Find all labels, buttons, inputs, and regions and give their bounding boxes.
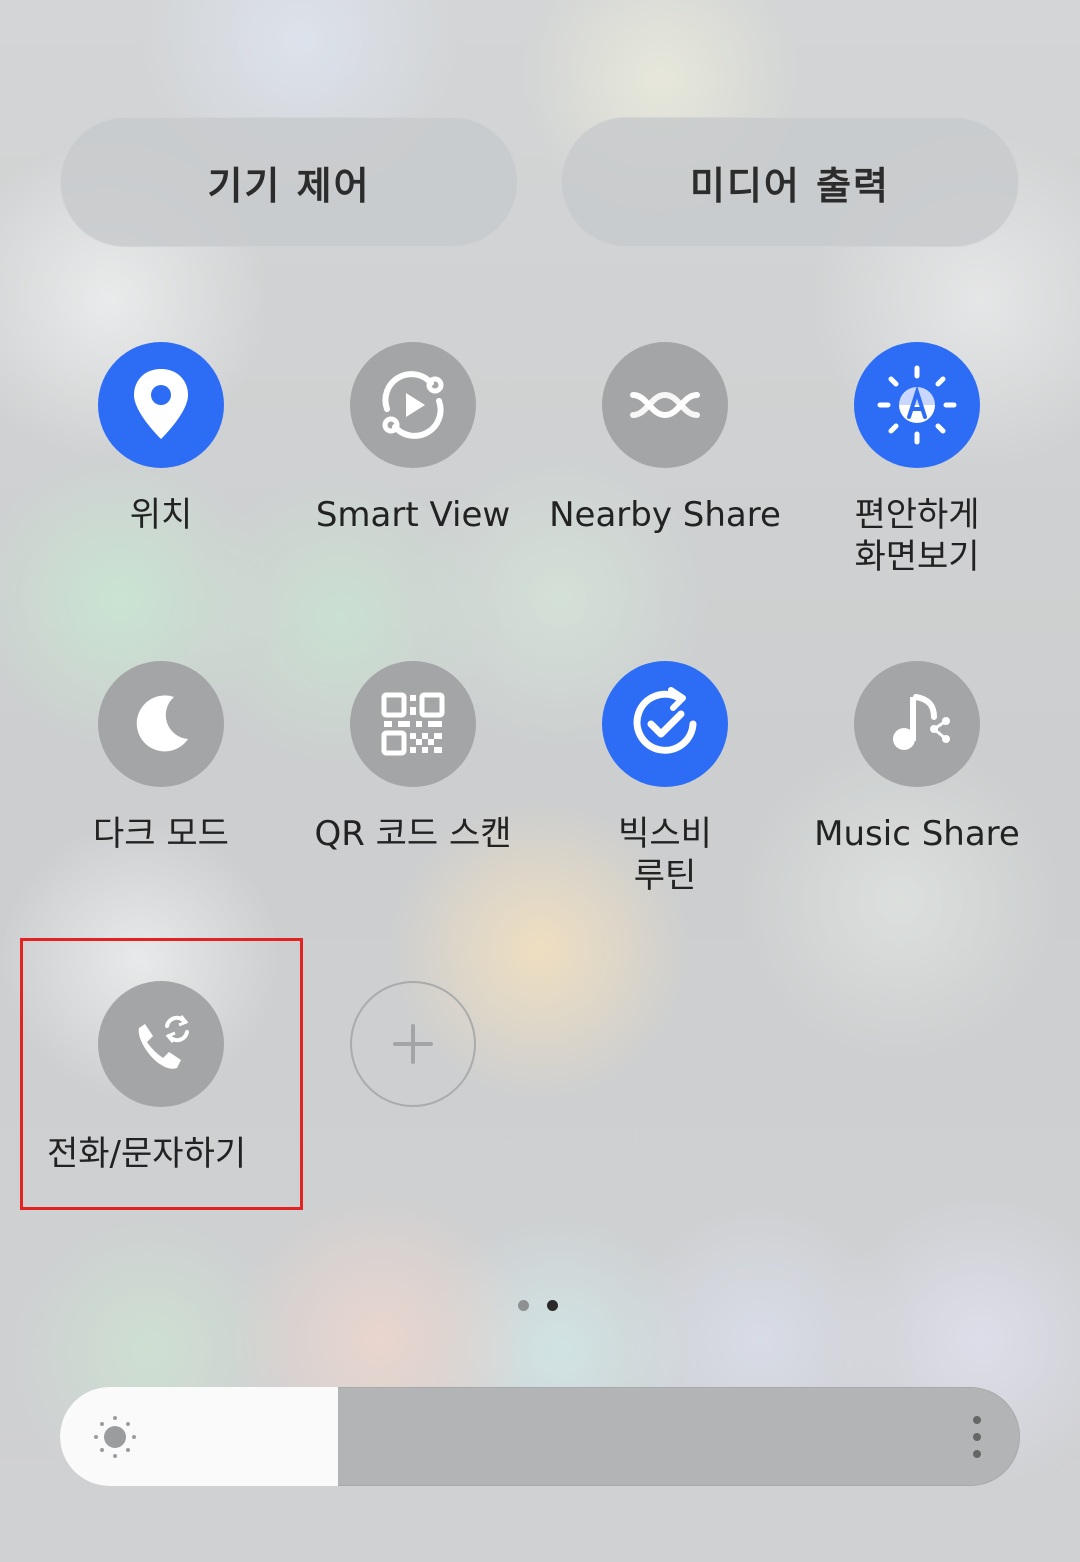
tile-location-toggle[interactable]	[98, 342, 224, 468]
media-output-button[interactable]: 미디어 출력	[561, 117, 1019, 247]
tile-add[interactable]	[287, 981, 539, 1107]
more-options-icon[interactable]	[972, 1415, 982, 1459]
page-indicator	[518, 1300, 558, 1311]
media-output-label: 미디어 출력	[689, 163, 891, 208]
page-dot-active[interactable]	[547, 1300, 558, 1311]
tile-eye-comfort[interactable]: 편안하게 화면보기	[791, 342, 1043, 578]
tile-nearby-share[interactable]: Nearby Share	[539, 342, 791, 536]
tile-smart-view[interactable]: Smart View	[287, 342, 539, 536]
tile-qr-scan-toggle[interactable]	[350, 661, 476, 787]
tile-nearby-share-toggle[interactable]	[602, 342, 728, 468]
tile-label: Nearby Share	[549, 495, 781, 535]
tile-label: 다크 모드	[93, 814, 229, 854]
device-control-button[interactable]: 기기 제어	[60, 117, 518, 247]
smart-view-icon	[382, 371, 444, 439]
add-tile-button[interactable]	[350, 981, 476, 1107]
qr-code-icon	[381, 692, 445, 756]
tile-eye-comfort-toggle[interactable]	[854, 342, 980, 468]
tile-bixby-routines[interactable]: 빅스비 루틴	[539, 661, 791, 897]
eye-comfort-icon	[877, 365, 957, 445]
tile-location[interactable]: 위치	[35, 342, 287, 536]
tile-label: 편안하게 화면보기	[854, 495, 980, 577]
device-control-label: 기기 제어	[207, 163, 371, 208]
tile-label: 위치	[129, 495, 193, 535]
tile-label: QR 코드 스캔	[314, 814, 512, 854]
tile-bixby-routines-toggle[interactable]	[602, 661, 728, 787]
tile-label: Music Share	[814, 814, 1020, 854]
tile-qr-scan[interactable]: QR 코드 스캔	[287, 661, 539, 855]
add-icon	[393, 1024, 433, 1064]
tile-music-share[interactable]: Music Share	[791, 661, 1043, 855]
bixby-routines-icon	[633, 687, 697, 754]
music-share-icon	[893, 694, 950, 750]
nearby-share-icon	[630, 391, 700, 419]
tile-smart-view-toggle[interactable]	[350, 342, 476, 468]
brightness-slider[interactable]	[60, 1387, 1020, 1486]
page-dot[interactable]	[518, 1300, 529, 1311]
location-pin-icon	[134, 369, 188, 439]
sun-icon	[94, 1416, 136, 1458]
highlight-box	[20, 938, 303, 1210]
moon-icon	[136, 695, 188, 752]
tile-music-share-toggle[interactable]	[854, 661, 980, 787]
tile-label: 빅스비 루틴	[618, 814, 712, 896]
tile-label: Smart View	[315, 495, 511, 535]
tile-dark-mode[interactable]: 다크 모드	[35, 661, 287, 855]
tile-dark-mode-toggle[interactable]	[98, 661, 224, 787]
